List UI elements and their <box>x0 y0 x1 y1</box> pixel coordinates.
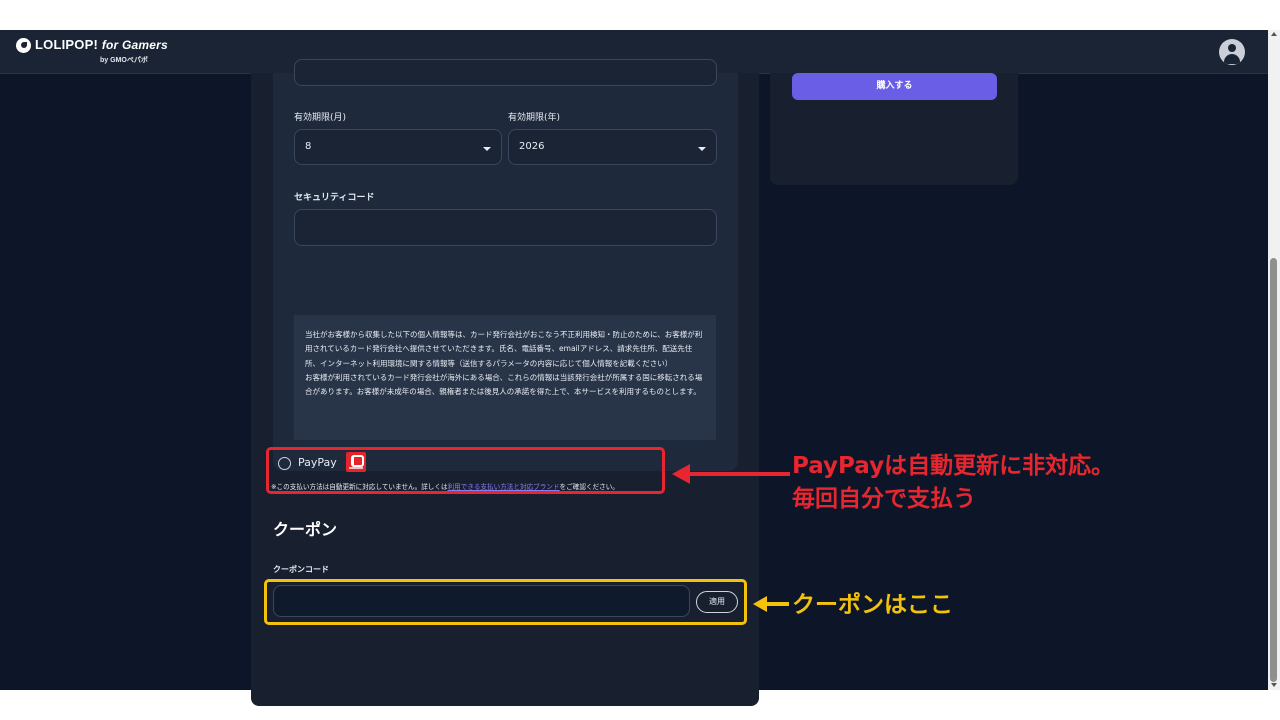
avatar-head <box>1228 44 1236 52</box>
scrollbar-thumb[interactable] <box>1270 258 1277 682</box>
coupon-annotation: クーポンはここ <box>792 592 953 618</box>
lolipop-logo-icon <box>16 38 31 53</box>
scroll-up-icon[interactable] <box>1271 32 1277 36</box>
purchase-button[interactable]: 購入する <box>792 73 997 100</box>
expiry-month-label: 有効期限(月) <box>294 113 347 123</box>
privacy-notice: 当社がお客様から収集した以下の個人情報等は、カード発行会社がおこなう不正利用検知… <box>294 315 716 440</box>
logo-subtitle: by GMOペパボ <box>100 57 148 64</box>
logo-brand: LOLIPOP! <box>35 37 98 52</box>
paypay-annotation: PayPayは自動更新に非対応。 毎回自分で支払う <box>792 450 1114 516</box>
security-code-label: セキュリティコード <box>294 193 375 203</box>
user-avatar-icon[interactable] <box>1219 39 1245 65</box>
coupon-heading: クーポン <box>273 520 338 539</box>
scrollbar[interactable] <box>1268 30 1280 690</box>
red-arrow-shaft <box>688 472 790 476</box>
chevron-down-icon <box>698 147 706 151</box>
expiry-month-select[interactable]: 8 <box>294 129 502 165</box>
expiry-month-value: 8 <box>305 141 312 152</box>
coupon-code-label: クーポンコード <box>273 565 329 574</box>
logo-for: for Gamers <box>101 38 168 52</box>
logo-text: LOLIPOP! for Gamers <box>35 37 168 52</box>
paypay-annotation-line1: PayPayは自動更新に非対応。 <box>792 453 1115 479</box>
avatar-body <box>1224 54 1240 64</box>
yellow-arrow-icon <box>753 596 789 612</box>
security-code-input[interactable] <box>294 209 717 246</box>
content-area: 有効期限(月) 8 有効期限(年) 2026 セキュリティコード 当社がお客様か… <box>0 59 1268 706</box>
coupon-highlight-box <box>264 579 747 625</box>
expiry-year-select[interactable]: 2026 <box>508 129 717 165</box>
card-field-partial[interactable] <box>294 59 717 86</box>
expiry-year-label: 有効期限(年) <box>508 113 561 123</box>
scroll-down-icon[interactable] <box>1271 683 1277 687</box>
chevron-down-icon <box>483 147 491 151</box>
expiry-year-value: 2026 <box>519 141 545 152</box>
paypay-highlight-box <box>266 447 665 494</box>
yellow-arrow-shaft <box>765 602 789 606</box>
paypay-annotation-line2: 毎回自分で支払う <box>792 486 976 512</box>
privacy-notice-text: 当社がお客様から収集した以下の個人情報等は、カード発行会社がおこなう不正利用検知… <box>305 330 703 397</box>
red-arrow-icon <box>672 464 790 484</box>
